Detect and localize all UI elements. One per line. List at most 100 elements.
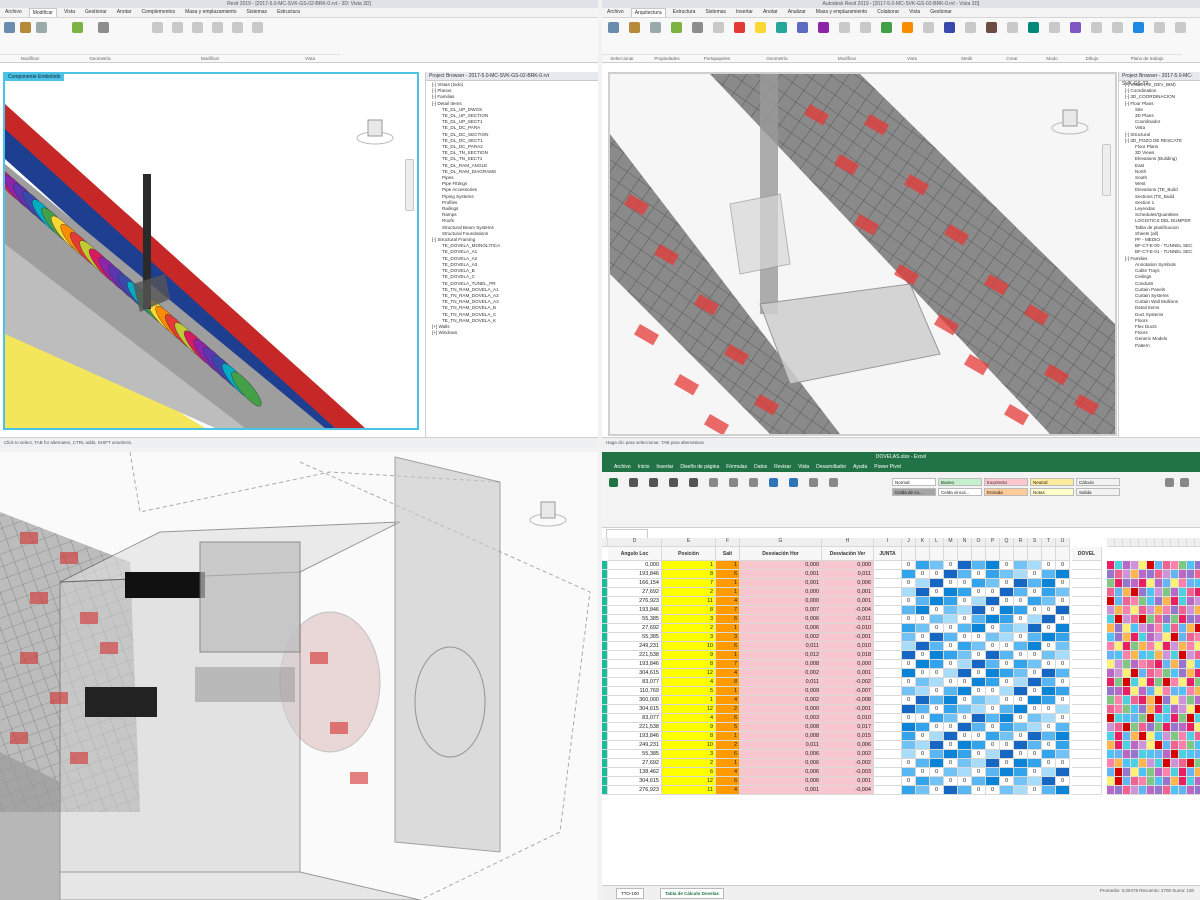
- table-cell[interactable]: [916, 723, 930, 732]
- table-cell[interactable]: [1123, 606, 1131, 615]
- column-header[interactable]: [1028, 547, 1042, 561]
- ribbon-button[interactable]: [746, 478, 760, 496]
- table-cell[interactable]: [930, 642, 944, 651]
- table-cell[interactable]: [1000, 732, 1014, 741]
- table-cell[interactable]: [1155, 759, 1163, 768]
- table-cell[interactable]: 221,538: [608, 723, 662, 732]
- table-cell[interactable]: [958, 759, 972, 768]
- table-cell[interactable]: [902, 570, 916, 579]
- table-cell[interactable]: [1155, 606, 1163, 615]
- table-cell[interactable]: [1195, 750, 1200, 759]
- table-cell[interactable]: 12: [662, 705, 716, 714]
- cell-style[interactable]: Bueno: [938, 478, 982, 486]
- table-cell[interactable]: [1163, 750, 1171, 759]
- table-cell[interactable]: [986, 759, 1000, 768]
- table-cell[interactable]: 0,006: [740, 759, 822, 768]
- table-cell[interactable]: [1139, 579, 1147, 588]
- table-cell[interactable]: [874, 678, 902, 687]
- table-cell[interactable]: 249,231: [608, 642, 662, 651]
- table-cell[interactable]: 9: [662, 723, 716, 732]
- table-cell[interactable]: 193,846: [608, 660, 662, 669]
- table-cell[interactable]: [1107, 714, 1115, 723]
- table-cell[interactable]: [1115, 606, 1123, 615]
- table-cell[interactable]: [916, 759, 930, 768]
- table-cell[interactable]: 0,000: [822, 561, 874, 570]
- table-cell[interactable]: [916, 588, 930, 597]
- table-cell[interactable]: [1014, 570, 1028, 579]
- table-cell[interactable]: [1115, 597, 1123, 606]
- table-cell[interactable]: [1179, 678, 1187, 687]
- table-cell[interactable]: 0: [1042, 741, 1056, 750]
- table-cell[interactable]: 0,011: [740, 678, 822, 687]
- table-cell[interactable]: [944, 606, 958, 615]
- table-cell[interactable]: [1131, 606, 1139, 615]
- table-cell[interactable]: [1139, 750, 1147, 759]
- table-cell[interactable]: [944, 597, 958, 606]
- ribbon-button[interactable]: [795, 22, 809, 40]
- table-cell[interactable]: 0: [1042, 642, 1056, 651]
- table-cell[interactable]: [972, 624, 986, 633]
- table-cell[interactable]: 0: [1056, 597, 1070, 606]
- table-cell[interactable]: 0: [902, 759, 916, 768]
- table-cell[interactable]: [1147, 633, 1155, 642]
- table-cell[interactable]: 0: [930, 669, 944, 678]
- table-cell[interactable]: [1187, 633, 1195, 642]
- table-cell[interactable]: 0,011: [822, 570, 874, 579]
- table-cell[interactable]: [930, 561, 944, 570]
- table-cell[interactable]: [1072, 768, 1102, 777]
- column-letter[interactable]: [1131, 538, 1139, 547]
- table-cell[interactable]: 0: [902, 660, 916, 669]
- table-cell[interactable]: [944, 651, 958, 660]
- ribbon-tab[interactable]: Vista: [798, 462, 809, 472]
- table-cell[interactable]: [1147, 768, 1155, 777]
- table-cell[interactable]: [1171, 651, 1179, 660]
- table-cell[interactable]: 304,615: [608, 777, 662, 786]
- table-cell[interactable]: 0: [958, 633, 972, 642]
- modify-button[interactable]: [2, 22, 16, 40]
- table-cell[interactable]: 0: [944, 759, 958, 768]
- table-cell[interactable]: [944, 786, 958, 795]
- table-cell[interactable]: [1171, 759, 1179, 768]
- table-cell[interactable]: [972, 615, 986, 624]
- table-cell[interactable]: [1163, 615, 1171, 624]
- table-cell[interactable]: [1163, 651, 1171, 660]
- table-cell[interactable]: 0: [958, 696, 972, 705]
- table-cell[interactable]: [1171, 588, 1179, 597]
- table-cell[interactable]: [1195, 633, 1200, 642]
- table-cell[interactable]: [1195, 588, 1200, 597]
- table-cell[interactable]: [1195, 570, 1200, 579]
- table-cell[interactable]: [1042, 669, 1056, 678]
- table-cell[interactable]: [1147, 777, 1155, 786]
- table-cell[interactable]: [944, 588, 958, 597]
- navigation-bar[interactable]: [1102, 144, 1111, 196]
- table-cell[interactable]: [944, 615, 958, 624]
- table-cell[interactable]: [1139, 597, 1147, 606]
- table-cell[interactable]: [1123, 669, 1131, 678]
- table-cell[interactable]: 276,923: [608, 786, 662, 795]
- table-cell[interactable]: 2: [716, 741, 740, 750]
- table-cell[interactable]: [1187, 660, 1195, 669]
- table-cell[interactable]: 4: [716, 786, 740, 795]
- table-cell[interactable]: [1179, 669, 1187, 678]
- column-letter[interactable]: H: [822, 538, 874, 547]
- table-cell[interactable]: 0: [930, 723, 944, 732]
- table-cell[interactable]: [1147, 561, 1155, 570]
- table-cell[interactable]: [1155, 561, 1163, 570]
- table-cell[interactable]: [1139, 624, 1147, 633]
- table-cell[interactable]: 0: [1056, 579, 1070, 588]
- table-cell[interactable]: [1171, 669, 1179, 678]
- table-cell[interactable]: [1115, 759, 1123, 768]
- table-cell[interactable]: 6: [662, 768, 716, 777]
- table-cell[interactable]: 0: [986, 588, 1000, 597]
- table-cell[interactable]: 0: [916, 651, 930, 660]
- table-cell[interactable]: 166,154: [608, 579, 662, 588]
- table-cell[interactable]: [1014, 606, 1028, 615]
- table-cell[interactable]: [1107, 615, 1115, 624]
- table-cell[interactable]: 0: [944, 678, 958, 687]
- table-cell[interactable]: [972, 642, 986, 651]
- table-cell[interactable]: 0,006: [740, 615, 822, 624]
- table-cell[interactable]: 0,000: [740, 588, 822, 597]
- table-cell[interactable]: [930, 750, 944, 759]
- table-cell[interactable]: [1179, 561, 1187, 570]
- table-cell[interactable]: [1028, 741, 1042, 750]
